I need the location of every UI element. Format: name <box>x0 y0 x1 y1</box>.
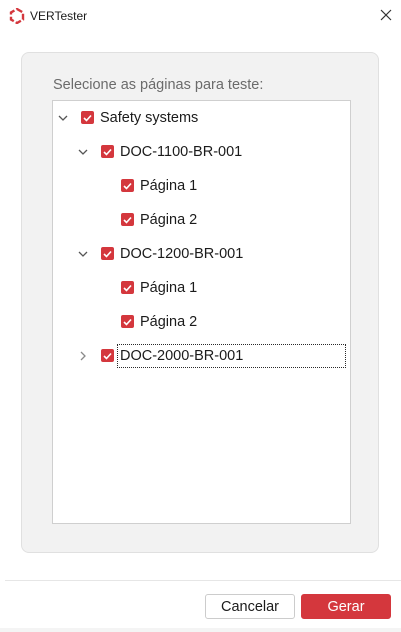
tree-node-label: DOC-2000-BR-001 <box>120 348 244 364</box>
close-button[interactable] <box>371 0 401 30</box>
footer-divider <box>5 580 401 581</box>
chevron-right-icon[interactable] <box>77 350 89 362</box>
tree-node-doc-2000[interactable]: DOC-2000-BR-001 <box>53 344 350 368</box>
checkbox-checked[interactable] <box>121 213 134 226</box>
generate-button[interactable]: Gerar <box>301 594 391 619</box>
tree-node-page-1[interactable]: Página 1 <box>53 276 350 300</box>
checkbox-checked[interactable] <box>101 247 114 260</box>
tree-node-page-2[interactable]: Página 2 <box>53 310 350 334</box>
tree-node-page-1[interactable]: Página 1 <box>53 174 350 198</box>
tree-node-label: Página 2 <box>140 212 198 228</box>
chevron-down-icon[interactable] <box>77 248 89 260</box>
chevron-down-icon[interactable] <box>57 112 69 124</box>
tree-node-page-2[interactable]: Página 2 <box>53 208 350 232</box>
tree-node-label: DOC-1200-BR-001 <box>120 246 244 262</box>
page-selection-panel: Selecione as páginas para teste: Safety … <box>21 52 379 553</box>
checkbox-checked[interactable] <box>121 315 134 328</box>
panel-label: Selecione as páginas para teste: <box>53 77 264 93</box>
window-title: VERTester <box>30 9 88 23</box>
bottom-edge <box>0 628 401 632</box>
tree-node-doc-1100[interactable]: DOC-1100-BR-001 <box>53 140 350 164</box>
close-icon <box>380 9 392 21</box>
tree-node-doc-1200[interactable]: DOC-1200-BR-001 <box>53 242 350 266</box>
tree-node-label: Página 2 <box>140 314 198 330</box>
checkbox-checked[interactable] <box>81 111 94 124</box>
tree-node-label: Página 1 <box>140 178 198 194</box>
checkbox-checked[interactable] <box>121 179 134 192</box>
checkbox-checked[interactable] <box>101 349 114 362</box>
tree-node-label: DOC-1100-BR-001 <box>120 144 243 160</box>
checkbox-checked[interactable] <box>121 281 134 294</box>
chevron-down-icon[interactable] <box>77 146 89 158</box>
tree-node-label: Página 1 <box>140 280 198 296</box>
title-bar: VERTester <box>0 0 401 32</box>
tree-node-safety-systems[interactable]: Safety systems <box>53 106 350 130</box>
cancel-button[interactable]: Cancelar <box>205 594 295 619</box>
checkbox-checked[interactable] <box>101 145 114 158</box>
page-tree[interactable]: Safety systems DOC-1100-BR-001 Página 1 … <box>52 100 351 524</box>
tree-node-label: Safety systems <box>100 110 199 126</box>
vertester-logo-icon <box>9 8 25 24</box>
